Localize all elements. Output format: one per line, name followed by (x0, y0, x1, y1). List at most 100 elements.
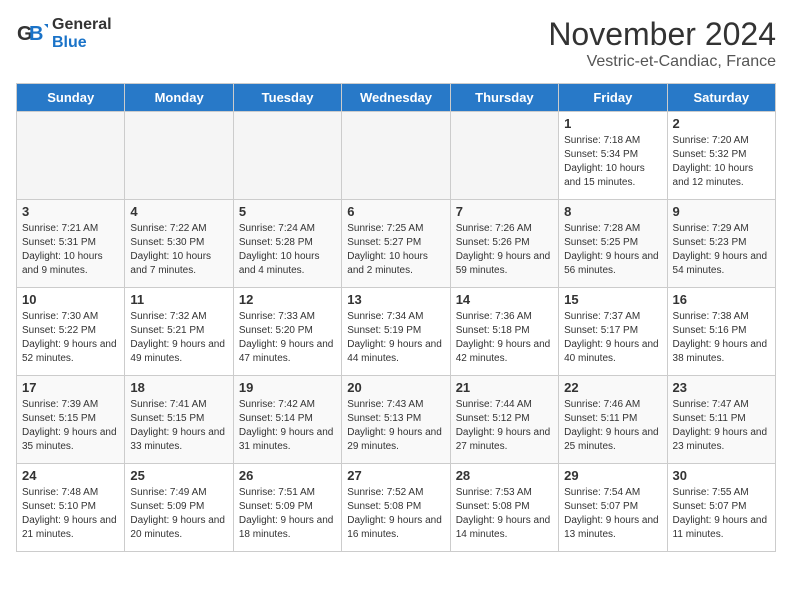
day-info: Sunrise: 7:39 AM Sunset: 5:15 PM Dayligh… (22, 398, 119, 454)
cell-0-3 (342, 112, 450, 200)
header-row: Sunday Monday Tuesday Wednesday Thursday… (17, 84, 776, 112)
cell-1-2: 5Sunrise: 7:24 AM Sunset: 5:28 PM Daylig… (233, 200, 341, 288)
day-info: Sunrise: 7:43 AM Sunset: 5:13 PM Dayligh… (347, 398, 444, 454)
day-number: 8 (564, 204, 661, 219)
header: G B General Blue November 2024 Vestric-e… (16, 16, 776, 71)
week-row-5: 24 Sunrise: 7:48 AM Sunset: 5:10 PM Dayli… (17, 464, 776, 552)
day-number: 1 (564, 116, 661, 131)
cell-4-5: 29 Sunrise: 7:54 AM Sunset: 5:07 PM Dayli… (559, 464, 667, 552)
day-number: 3 (22, 204, 119, 219)
day-number: 15 (564, 292, 661, 307)
col-wednesday: Wednesday (342, 84, 450, 112)
cell-2-4: 14 Sunrise: 7:36 AM Sunset: 5:18 PM Dayli… (450, 288, 558, 376)
cell-2-0: 10 Sunrise: 7:30 AM Sunset: 5:22 PM Dayli… (17, 288, 125, 376)
day-number: 19 (239, 380, 336, 395)
cell-3-4: 21Sunrise: 7:44 AM Sunset: 5:12 PM Dayli… (450, 376, 558, 464)
cell-2-6: 16 Sunrise: 7:38 AM Sunset: 5:16 PM Dayli… (667, 288, 775, 376)
day-number: 14 (456, 292, 553, 307)
day-number: 28 (456, 468, 553, 483)
day-number: 22 (564, 380, 661, 395)
col-monday: Monday (125, 84, 233, 112)
cell-3-1: 18 Sunrise: 7:41 AM Sunset: 5:15 PM Dayli… (125, 376, 233, 464)
day-info: Sunrise: 7:34 AM Sunset: 5:19 PM Dayligh… (347, 310, 444, 366)
day-info: Sunrise: 7:38 AM Sunset: 5:16 PM Dayligh… (673, 310, 770, 366)
day-number: 25 (130, 468, 227, 483)
cell-4-0: 24 Sunrise: 7:48 AM Sunset: 5:10 PM Dayli… (17, 464, 125, 552)
day-info: Sunrise: 7:41 AM Sunset: 5:15 PM Dayligh… (130, 398, 227, 454)
cell-3-2: 19 Sunrise: 7:42 AM Sunset: 5:14 PM Dayli… (233, 376, 341, 464)
day-info: Sunrise: 7:33 AM Sunset: 5:20 PM Dayligh… (239, 310, 336, 366)
day-number: 27 (347, 468, 444, 483)
day-number: 11 (130, 292, 227, 307)
day-number: 24 (22, 468, 119, 483)
cell-0-2 (233, 112, 341, 200)
calendar-table: Sunday Monday Tuesday Wednesday Thursday… (16, 83, 776, 552)
cell-4-3: 27 Sunrise: 7:52 AM Sunset: 5:08 PM Dayli… (342, 464, 450, 552)
day-info: Sunrise: 7:20 AM Sunset: 5:32 PM Dayligh… (673, 134, 770, 190)
svg-text:B: B (29, 23, 43, 45)
day-number: 12 (239, 292, 336, 307)
week-row-2: 3 Sunrise: 7:21 AM Sunset: 5:31 PM Daylig… (17, 200, 776, 288)
day-info: Sunrise: 7:21 AM Sunset: 5:31 PM Dayligh… (22, 222, 119, 278)
day-info: Sunrise: 7:25 AM Sunset: 5:27 PM Dayligh… (347, 222, 444, 278)
day-info: Sunrise: 7:30 AM Sunset: 5:22 PM Dayligh… (22, 310, 119, 366)
day-number: 30 (673, 468, 770, 483)
day-number: 18 (130, 380, 227, 395)
cell-1-3: 6Sunrise: 7:25 AM Sunset: 5:27 PM Daylig… (342, 200, 450, 288)
day-number: 21 (456, 380, 553, 395)
week-row-4: 17Sunrise: 7:39 AM Sunset: 5:15 PM Dayli… (17, 376, 776, 464)
location-title: Vestric-et-Candiac, France (548, 53, 776, 71)
day-number: 29 (564, 468, 661, 483)
logo-svg: G B (16, 18, 48, 50)
day-number: 9 (673, 204, 770, 219)
cell-0-6: 2 Sunrise: 7:20 AM Sunset: 5:32 PM Daylig… (667, 112, 775, 200)
title-area: November 2024 Vestric-et-Candiac, France (548, 16, 776, 71)
logo: G B General Blue (16, 16, 112, 51)
day-info: Sunrise: 7:42 AM Sunset: 5:14 PM Dayligh… (239, 398, 336, 454)
logo-text: General Blue (52, 16, 112, 51)
cell-0-4 (450, 112, 558, 200)
cell-4-6: 30 Sunrise: 7:55 AM Sunset: 5:07 PM Dayli… (667, 464, 775, 552)
cell-0-1 (125, 112, 233, 200)
cell-3-6: 23 Sunrise: 7:47 AM Sunset: 5:11 PM Dayli… (667, 376, 775, 464)
week-row-3: 10 Sunrise: 7:30 AM Sunset: 5:22 PM Dayli… (17, 288, 776, 376)
cell-3-5: 22 Sunrise: 7:46 AM Sunset: 5:11 PM Dayli… (559, 376, 667, 464)
cell-1-4: 7 Sunrise: 7:26 AM Sunset: 5:26 PM Daylig… (450, 200, 558, 288)
cell-2-3: 13Sunrise: 7:34 AM Sunset: 5:19 PM Dayli… (342, 288, 450, 376)
day-info: Sunrise: 7:22 AM Sunset: 5:30 PM Dayligh… (130, 222, 227, 278)
day-info: Sunrise: 7:26 AM Sunset: 5:26 PM Dayligh… (456, 222, 553, 278)
cell-2-1: 11 Sunrise: 7:32 AM Sunset: 5:21 PM Dayli… (125, 288, 233, 376)
day-number: 4 (130, 204, 227, 219)
day-info: Sunrise: 7:32 AM Sunset: 5:21 PM Dayligh… (130, 310, 227, 366)
day-info: Sunrise: 7:51 AM Sunset: 5:09 PM Dayligh… (239, 486, 336, 542)
cell-2-2: 12 Sunrise: 7:33 AM Sunset: 5:20 PM Dayli… (233, 288, 341, 376)
cell-4-4: 28 Sunrise: 7:53 AM Sunset: 5:08 PM Dayli… (450, 464, 558, 552)
day-number: 16 (673, 292, 770, 307)
cell-3-3: 20Sunrise: 7:43 AM Sunset: 5:13 PM Dayli… (342, 376, 450, 464)
cell-2-5: 15Sunrise: 7:37 AM Sunset: 5:17 PM Dayli… (559, 288, 667, 376)
day-number: 23 (673, 380, 770, 395)
cell-0-5: 1 Sunrise: 7:18 AM Sunset: 5:34 PM Daylig… (559, 112, 667, 200)
day-number: 7 (456, 204, 553, 219)
col-sunday: Sunday (17, 84, 125, 112)
day-info: Sunrise: 7:53 AM Sunset: 5:08 PM Dayligh… (456, 486, 553, 542)
day-info: Sunrise: 7:36 AM Sunset: 5:18 PM Dayligh… (456, 310, 553, 366)
col-thursday: Thursday (450, 84, 558, 112)
cell-4-1: 25Sunrise: 7:49 AM Sunset: 5:09 PM Dayli… (125, 464, 233, 552)
day-info: Sunrise: 7:54 AM Sunset: 5:07 PM Dayligh… (564, 486, 661, 542)
day-info: Sunrise: 7:52 AM Sunset: 5:08 PM Dayligh… (347, 486, 444, 542)
day-number: 26 (239, 468, 336, 483)
day-info: Sunrise: 7:29 AM Sunset: 5:23 PM Dayligh… (673, 222, 770, 278)
day-info: Sunrise: 7:46 AM Sunset: 5:11 PM Dayligh… (564, 398, 661, 454)
col-tuesday: Tuesday (233, 84, 341, 112)
cell-1-0: 3 Sunrise: 7:21 AM Sunset: 5:31 PM Daylig… (17, 200, 125, 288)
day-number: 2 (673, 116, 770, 131)
day-info: Sunrise: 7:47 AM Sunset: 5:11 PM Dayligh… (673, 398, 770, 454)
day-info: Sunrise: 7:48 AM Sunset: 5:10 PM Dayligh… (22, 486, 119, 542)
day-info: Sunrise: 7:28 AM Sunset: 5:25 PM Dayligh… (564, 222, 661, 278)
day-number: 10 (22, 292, 119, 307)
col-saturday: Saturday (667, 84, 775, 112)
day-info: Sunrise: 7:55 AM Sunset: 5:07 PM Dayligh… (673, 486, 770, 542)
day-info: Sunrise: 7:24 AM Sunset: 5:28 PM Dayligh… (239, 222, 336, 278)
day-info: Sunrise: 7:18 AM Sunset: 5:34 PM Dayligh… (564, 134, 661, 190)
